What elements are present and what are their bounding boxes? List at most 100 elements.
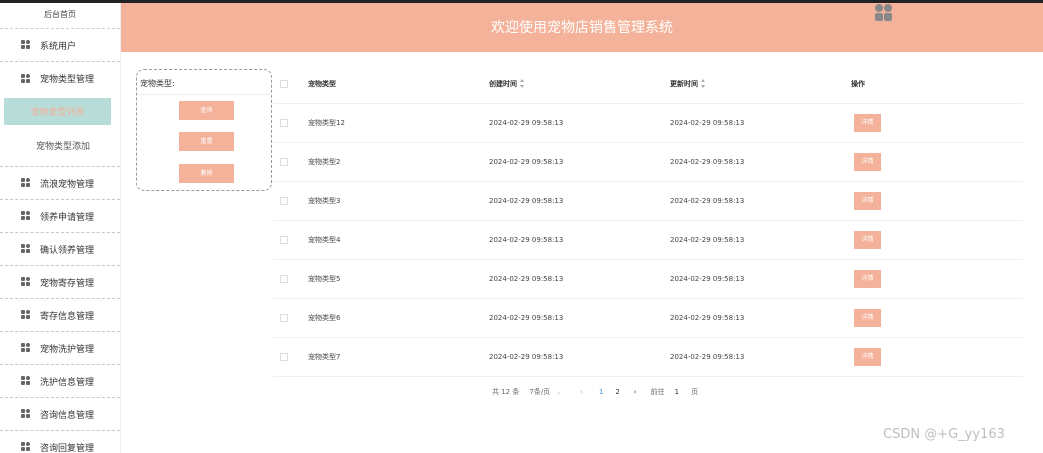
sidebar-item-grooming-info[interactable]: 洗护信息管理	[0, 365, 120, 398]
sidebar-subitem-pet-type-list[interactable]: 宠物类型列表	[4, 98, 111, 125]
sidebar-item-adoption-application[interactable]: 领养申请管理	[0, 200, 120, 233]
sidebar-item-label: 系统用户	[40, 41, 77, 52]
column-header-updated[interactable]: 更新时间	[670, 79, 706, 89]
cell-pet-type: 宠物类型4	[308, 236, 341, 244]
grid-icon	[21, 244, 31, 254]
row-checkbox[interactable]	[280, 197, 288, 205]
sidebar-item-stray-pet-management[interactable]: 流浪宠物管理	[0, 167, 120, 200]
sidebar-subitem-pet-type-add[interactable]: 宠物类型添加	[0, 125, 120, 167]
detail-button[interactable]: 详情	[854, 192, 881, 210]
goto-label: 前往	[650, 388, 665, 396]
cell-pet-type: 宠物类型6	[308, 314, 341, 322]
sidebar-item-label: 宠物寄存管理	[40, 278, 95, 289]
cell-pet-type: 宠物类型12	[308, 119, 345, 127]
cell-updated: 2024-02-29 09:58:13	[670, 353, 745, 361]
detail-button[interactable]: 详情	[854, 231, 881, 249]
grid-icon	[21, 310, 31, 320]
cell-created: 2024-02-29 09:58:13	[489, 275, 564, 283]
sidebar-item-pet-boarding[interactable]: 宠物寄存管理	[0, 266, 120, 299]
sidebar-item-label: 宠物类型管理	[40, 75, 95, 85]
page-size-select[interactable]: 7条/页	[529, 387, 550, 397]
sidebar-item-label: 宠物洗护管理	[40, 344, 95, 355]
detail-button[interactable]: 详情	[854, 309, 881, 327]
row-checkbox[interactable]	[280, 275, 288, 283]
chevron-right-icon[interactable]: ›	[634, 388, 637, 396]
cell-updated: 2024-02-29 09:58:13	[670, 236, 745, 244]
sidebar-item-system-users[interactable]: 系统用户	[0, 29, 120, 62]
cell-pet-type: 宠物类型3	[308, 197, 341, 205]
table-row: 宠物类型5 2024-02-29 09:58:13 2024-02-29 09:…	[273, 260, 1023, 299]
watermark: CSDN @+G_yy163	[883, 427, 1005, 442]
cell-created: 2024-02-29 09:58:13	[489, 236, 564, 244]
sidebar-item-label: 流浪宠物管理	[40, 179, 95, 190]
pet-type-table: 宠物类型 创建时间 更新时间 操作 宠物类型12 2024-02-29 09:5…	[273, 64, 1023, 377]
select-all-checkbox[interactable]	[280, 79, 288, 88]
search-input-area[interactable]	[138, 94, 270, 95]
cell-created: 2024-02-29 09:58:13	[489, 158, 564, 166]
sidebar-item-pet-type-management[interactable]: 宠物类型管理	[0, 62, 120, 95]
page-unit-label: 页	[691, 388, 699, 396]
sidebar-item-consult-info[interactable]: 咨询信息管理	[0, 398, 120, 431]
pet-type-search-label: 宠物类型:	[140, 79, 175, 88]
sidebar-item-label: 领养申请管理	[40, 212, 95, 223]
sidebar-subitem-label: 宠物类型添加	[35, 142, 90, 152]
column-header-created[interactable]: 创建时间	[489, 79, 525, 89]
cell-updated: 2024-02-29 09:58:13	[670, 119, 745, 127]
sort-icon[interactable]	[701, 79, 706, 88]
sidebar-item-pet-grooming[interactable]: 宠物洗护管理	[0, 332, 120, 365]
sidebar-item-consult-reply[interactable]: 咨询回复管理	[0, 431, 120, 453]
column-header-label: 创建时间	[489, 79, 517, 88]
detail-button[interactable]: 详情	[854, 348, 881, 366]
goto-page-input[interactable]: 1	[675, 388, 679, 396]
cell-pet-type: 宠物类型2	[308, 158, 341, 166]
table-row: 宠物类型12 2024-02-29 09:58:13 2024-02-29 09…	[273, 104, 1023, 143]
cell-created: 2024-02-29 09:58:13	[489, 119, 564, 127]
page-number-2[interactable]: 2	[615, 388, 619, 396]
pagination-total: 共 12 条	[492, 388, 520, 396]
grid-icon	[21, 178, 31, 188]
detail-button[interactable]: 详情	[854, 270, 881, 288]
table-row: 宠物类型6 2024-02-29 09:58:13 2024-02-29 09:…	[273, 299, 1023, 338]
column-header-operation: 操作	[851, 79, 865, 88]
grid-icon	[21, 442, 31, 452]
grid-icon	[21, 409, 31, 419]
grid-icon	[21, 40, 31, 50]
grid-icon	[21, 277, 31, 287]
sidebar-item-label: 咨询信息管理	[40, 410, 95, 421]
detail-button[interactable]: 详情	[854, 114, 881, 132]
sidebar-item-label: 确认领养管理	[40, 245, 95, 256]
row-checkbox[interactable]	[280, 353, 288, 361]
search-panel: 宠物类型: 查询 重置 删除	[136, 69, 272, 191]
cell-pet-type: 宠物类型7	[308, 353, 341, 361]
table-row: 宠物类型4 2024-02-29 09:58:13 2024-02-29 09:…	[273, 221, 1023, 260]
query-button[interactable]: 查询	[179, 101, 234, 120]
cell-updated: 2024-02-29 09:58:13	[670, 158, 745, 166]
chevron-left-icon[interactable]: ‹	[580, 388, 583, 396]
app-menu-icon[interactable]	[875, 4, 893, 22]
reset-button[interactable]: 重置	[179, 132, 234, 151]
cell-pet-type: 宠物类型5	[308, 275, 341, 283]
sidebar: 后台首页 系统用户 宠物类型管理 宠物类型列表 宠物类型添加 流浪宠物管理 领养…	[0, 3, 121, 453]
column-header-pet-type: 宠物类型	[308, 79, 336, 88]
cell-updated: 2024-02-29 09:58:13	[670, 314, 745, 322]
grid-icon	[21, 211, 31, 221]
sidebar-item-confirm-adoption[interactable]: 确认领养管理	[0, 233, 120, 266]
table-row: 宠物类型2 2024-02-29 09:58:13 2024-02-29 09:…	[273, 143, 1023, 182]
sort-icon[interactable]	[520, 79, 525, 88]
page-number-1[interactable]: 1	[599, 388, 603, 396]
row-checkbox[interactable]	[280, 236, 288, 244]
cell-updated: 2024-02-29 09:58:13	[670, 197, 745, 205]
row-checkbox[interactable]	[280, 158, 288, 166]
pagination: 共 12 条 7条/页 ⌄ ‹ 1 2 › 前往 1 页	[492, 385, 708, 399]
sidebar-home-link[interactable]: 后台首页	[0, 3, 120, 29]
sidebar-item-label: 咨询回复管理	[40, 443, 95, 453]
row-checkbox[interactable]	[280, 119, 288, 127]
cell-created: 2024-02-29 09:58:13	[489, 197, 564, 205]
detail-button[interactable]: 详情	[854, 153, 881, 171]
table-row: 宠物类型3 2024-02-29 09:58:13 2024-02-29 09:…	[273, 182, 1023, 221]
chevron-down-icon[interactable]: ⌄	[556, 388, 562, 396]
sidebar-item-boarding-info[interactable]: 寄存信息管理	[0, 299, 120, 332]
grid-icon	[21, 376, 31, 386]
delete-button[interactable]: 删除	[179, 164, 234, 183]
row-checkbox[interactable]	[280, 314, 288, 322]
